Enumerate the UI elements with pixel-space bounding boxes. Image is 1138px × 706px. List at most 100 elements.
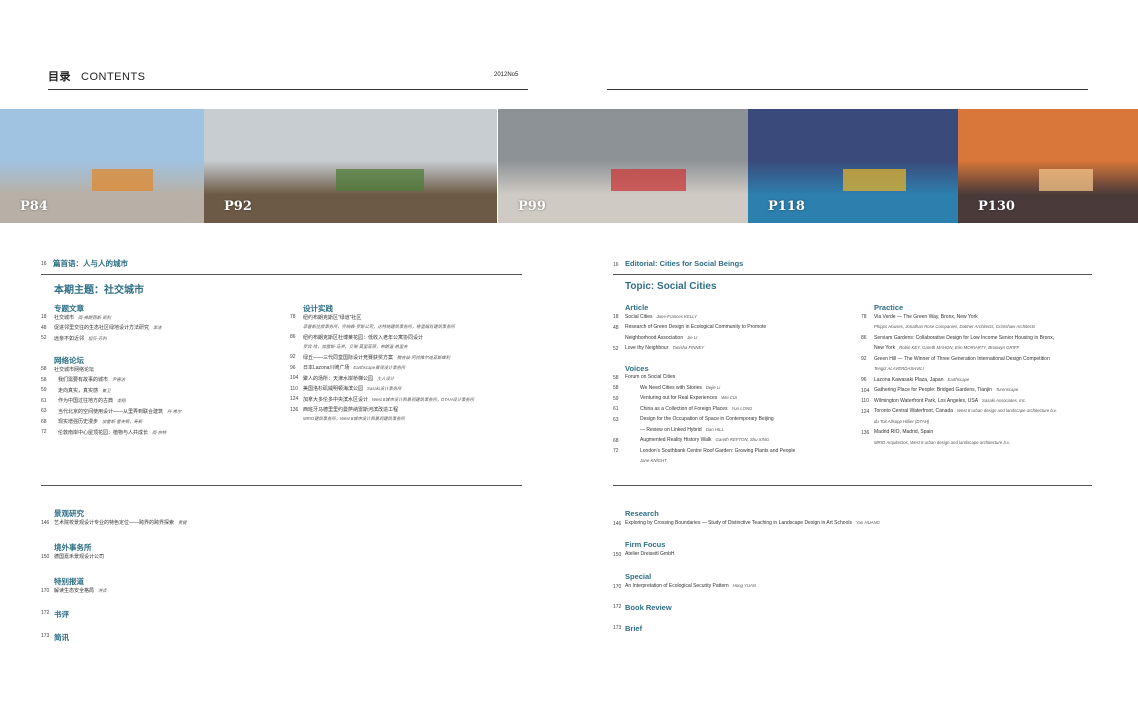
toc-entry: 绿丘——三代同堂国际设计竞赛获奖方案 腾吉兹·阿拉维尔迪亚斯维利 [303, 354, 450, 361]
header-rule-right [607, 89, 1088, 90]
toc-entry: Forum on Social Cities [625, 374, 675, 380]
page-number: 18 [41, 314, 47, 320]
entry-author: Turenscape [995, 387, 1019, 392]
page-number: 146 [613, 520, 622, 527]
section-heading: Book Review [625, 603, 672, 612]
toc-entry: 当代北京的空间使用设计——从里弄到联合建筑 丹·希尔 [58, 408, 181, 415]
entry-author: Dan HILL [705, 426, 724, 432]
entry-title: China as a Collection of Foreign Places [640, 405, 728, 412]
page-number: 172 [613, 604, 622, 610]
entry-title: 绿丘——三代同堂国际设计竞赛获奖方案 [303, 354, 394, 361]
page-number: 146 [41, 519, 50, 526]
toc-entry: Research of Green Design in Ecological C… [625, 324, 766, 330]
toc-entry: Gathering Place for People: Bridged Gard… [874, 387, 1018, 393]
entry-author: West 8城市设计和景观建筑事务所，DTAH设计事务所 [372, 396, 475, 402]
entry-author: 黄健 [178, 520, 187, 525]
rule-en-top [613, 274, 1092, 275]
entry-author: 坦莎·芬利 [88, 335, 107, 341]
entry-author: 洪贞 [98, 588, 107, 593]
page-number: 61 [41, 397, 47, 404]
photo-p92: P92 [204, 109, 497, 223]
entry-title: Augmented Reality History Walk [640, 437, 712, 443]
rule-cn-bottom [41, 485, 522, 486]
section-heading: 网络论坛 [54, 356, 84, 365]
entry-title: An Interpretation of Ecological Security… [625, 583, 729, 589]
entry-credit: MRIO Arquitectos, West 8 urban design an… [874, 439, 1011, 445]
entry-title: Venturing out for Real Experiences [640, 395, 718, 401]
page-number: 150 [613, 551, 622, 558]
toc-entry: Green Hill — The Winner of Three Generat… [874, 356, 1050, 362]
toc-entry: 社交城市网络论坛 [54, 366, 94, 373]
entry-author: Gareth REFTON, Shu XING [715, 437, 770, 442]
toc-entry: 西班牙马德里里约曼萨纳雷斯河滨改造工程 [303, 406, 398, 413]
entry-title: Research of Green Design in Ecological C… [625, 324, 767, 330]
entry-title: 德国嘉禾景观设计公司 [54, 554, 105, 560]
rule-en-bottom [613, 485, 1092, 486]
entry-title: Wilmington Waterfront Park, Los Angeles,… [874, 397, 979, 404]
entry-title: New York [874, 345, 896, 351]
entry-title: — Review on Linked Hybrid [640, 426, 702, 433]
page-number: 58 [41, 366, 47, 372]
entry-title: 纽约布朗克斯区“绿道”社区 [303, 314, 362, 321]
entry-author: Earthscape景观设计事务所 [353, 365, 406, 370]
photo-page-label: P99 [518, 199, 546, 214]
entry-title: 社交城市网络论坛 [54, 366, 95, 373]
entry-title: Exploring by Crossing Boundaries — Study… [625, 520, 852, 526]
entry-author: 简·弗朗西斯·凯利 [78, 314, 111, 320]
toc-entry: China as a Collection of Foreign Places Y… [640, 406, 752, 412]
toc-entry: 日本Lazona川崎广场 Earthscape景观设计事务所 [303, 364, 405, 371]
section-heading: Firm Focus [625, 540, 666, 549]
page-number: 92 [290, 354, 296, 360]
entry-title: 作为中国过往地方的古典 [58, 398, 114, 404]
page-number: 124 [290, 396, 299, 402]
entry-author: Jie LI [687, 334, 698, 340]
toc-entry: Toronto Central Waterfront, Canada West 8… [874, 408, 1057, 414]
entry-author: Wei CUI [721, 395, 738, 400]
entry-title: 社交城市 [54, 314, 75, 321]
page-number: 96 [290, 364, 296, 371]
photo-detail [1039, 169, 1093, 191]
toc-entry: 促进邻里交往的生态社区绿地设计方法研究 李洁 [54, 324, 162, 331]
editorial-title: Editorial: Cities for Social Beings [625, 259, 744, 268]
rule-cn-top [41, 274, 522, 275]
toc-entry: Social Cities Jane-Frances KELLY [625, 314, 697, 320]
page-number: 110 [290, 385, 298, 392]
entry-title: 西班牙马德里里约曼萨纳雷斯河滨改造工程 [303, 407, 399, 413]
entry-title: 解读生态安全格局 [54, 588, 95, 594]
entry-author: Yun LONG [731, 405, 753, 411]
toc-entry: — Review on Linked Hybrid Dan HILL [640, 427, 724, 433]
entry-title: 伦敦南岸中心屋顶花园：植物与人共成长 [58, 429, 149, 436]
photo-detail [842, 169, 906, 191]
entry-credit: du Toit Allsopp Hillier (DTAH) [874, 418, 930, 424]
toc-entry: New York Robin KEY, Gareth MAHON, Erin MO… [874, 345, 1019, 351]
photo-page-label: P84 [20, 199, 48, 214]
section-heading: 特别报道 [54, 577, 84, 586]
toc-entry: Exploring by Crossing Boundaries — Study… [625, 520, 880, 526]
page-number: 18 [613, 314, 619, 320]
entry-author: 土人设计 [377, 375, 395, 381]
page-number: 68 [41, 418, 47, 425]
entry-title: Love thy Neighbour [625, 345, 669, 351]
entry-title: 远亲不如近邻 [54, 335, 85, 342]
photo-detail [335, 169, 424, 191]
entry-title: 纽约布朗克斯区杜博莱花园：低收入老年公寓协同设计 [303, 334, 424, 341]
toc-entry: 解读生态安全格局 洪贞 [54, 587, 107, 594]
page-number: 173 [613, 625, 622, 631]
page-number: 124 [861, 408, 870, 415]
page-number: 59 [613, 395, 619, 402]
page-number: 150 [41, 553, 50, 560]
page-number: 68 [613, 437, 619, 444]
entry-author: Tanisha FINNEY [672, 345, 705, 350]
entry-author: 龙翔 [117, 398, 126, 403]
toc-entry: 社交城市 简·弗朗西斯·凯利 [54, 314, 111, 321]
page-number: 58 [41, 376, 47, 383]
section-heading: Article [625, 303, 649, 312]
toc-entry: Madrid RIO, Madrid, Spain [874, 429, 933, 435]
toc-entry: 我们需要有故事的城市 尹德洁 [58, 376, 125, 383]
toc-entry: Design for the Occupation of Space in Co… [640, 416, 774, 422]
entry-credit: 菲普斯住房事务所，乔纳森·罗斯公司，达特纳建筑事务所，格里姆肖建筑事务所 [303, 323, 455, 329]
entry-title: London's Southbank Centre Roof Garden: G… [640, 447, 796, 454]
entry-author: Sasaki Associates, Inc. [982, 397, 1027, 403]
entry-title: Neighborhood Association [625, 334, 684, 341]
header-rule-left [48, 89, 528, 90]
